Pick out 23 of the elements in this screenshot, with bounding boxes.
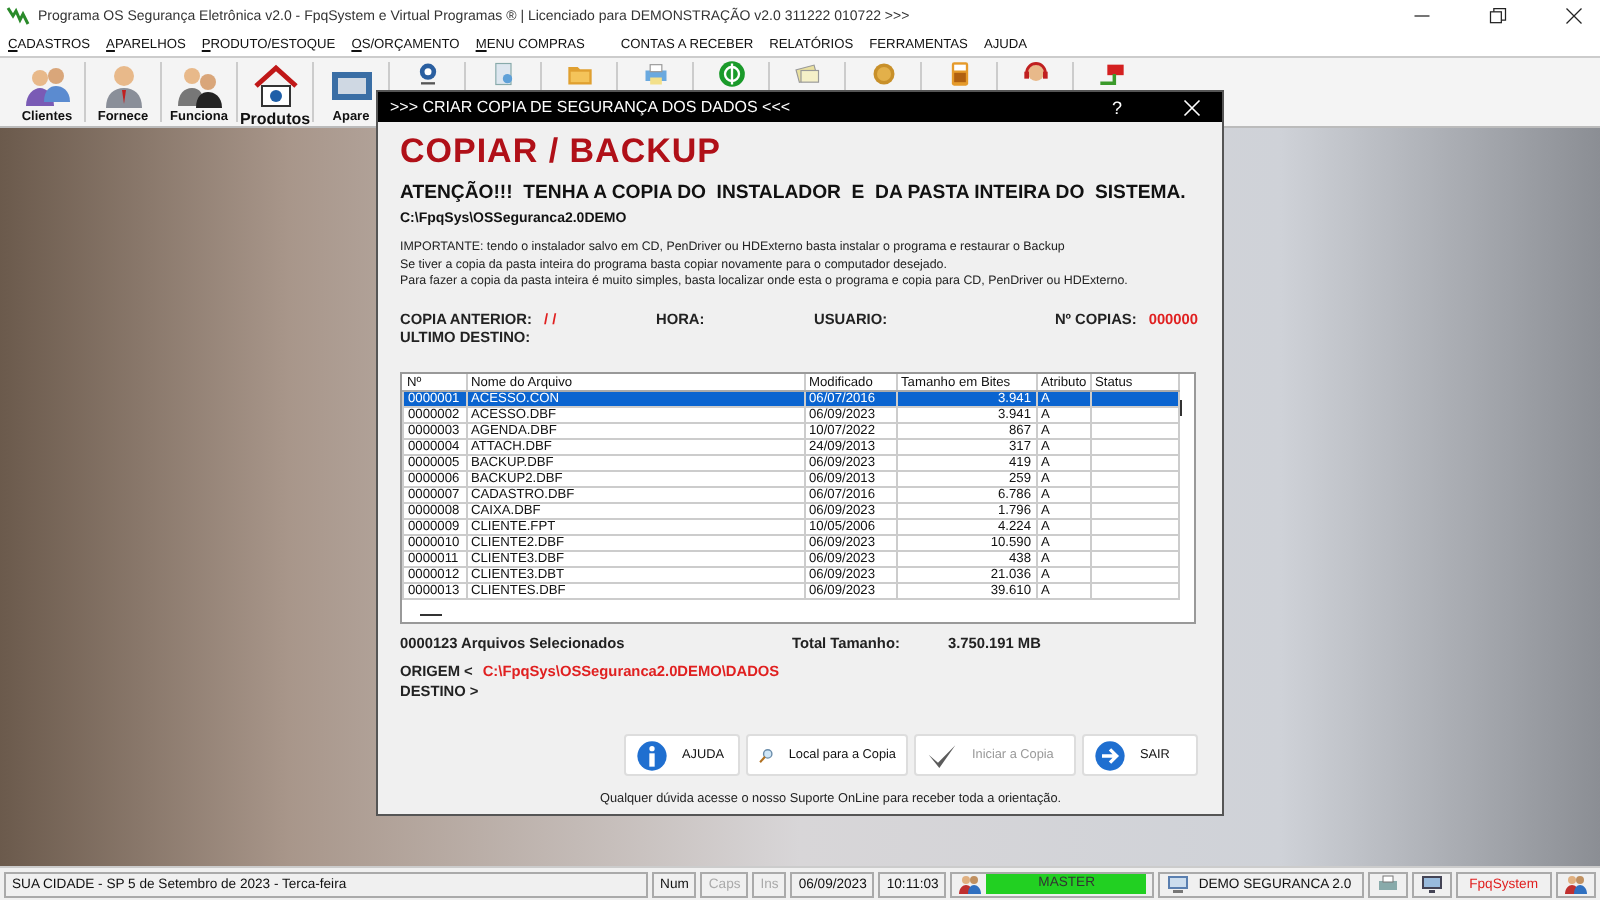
info-icon: [636, 739, 668, 772]
document-icon: [489, 60, 517, 88]
people-icon: [23, 62, 71, 110]
help-button[interactable]: ?: [1111, 97, 1122, 117]
toolbar-button[interactable]: Produtos: [240, 58, 310, 128]
warning-text: ATENÇÃO!!! TENHA A COPIA DO INSTALADOR E DA PASTA INTEIRA DO SISTEMA.: [400, 182, 1188, 204]
restore-icon[interactable]: [1488, 6, 1508, 26]
app-icon: [6, 4, 30, 28]
close-icon[interactable]: [1564, 6, 1584, 26]
printer-icon[interactable]: [1375, 872, 1400, 896]
dialog-heading: COPIAR / BACKUP: [400, 132, 724, 172]
people-icon: [958, 872, 983, 896]
dialog-title: >>> CRIAR COPIA DE SEGURANÇA DOS DADOS <<<: [390, 98, 793, 116]
people-icon: [175, 62, 223, 110]
house-camera-icon: [251, 62, 299, 110]
computer-icon: [1166, 872, 1191, 896]
arrow-right-icon: [1094, 739, 1126, 772]
scrollbar-thumb[interactable]: [420, 614, 442, 617]
cards-icon: [793, 60, 821, 88]
people-icon[interactable]: [1564, 872, 1588, 896]
scrollbar-thumb[interactable]: [1180, 400, 1182, 417]
monitor-icon[interactable]: [1419, 872, 1444, 896]
coins-icon: [869, 60, 897, 88]
